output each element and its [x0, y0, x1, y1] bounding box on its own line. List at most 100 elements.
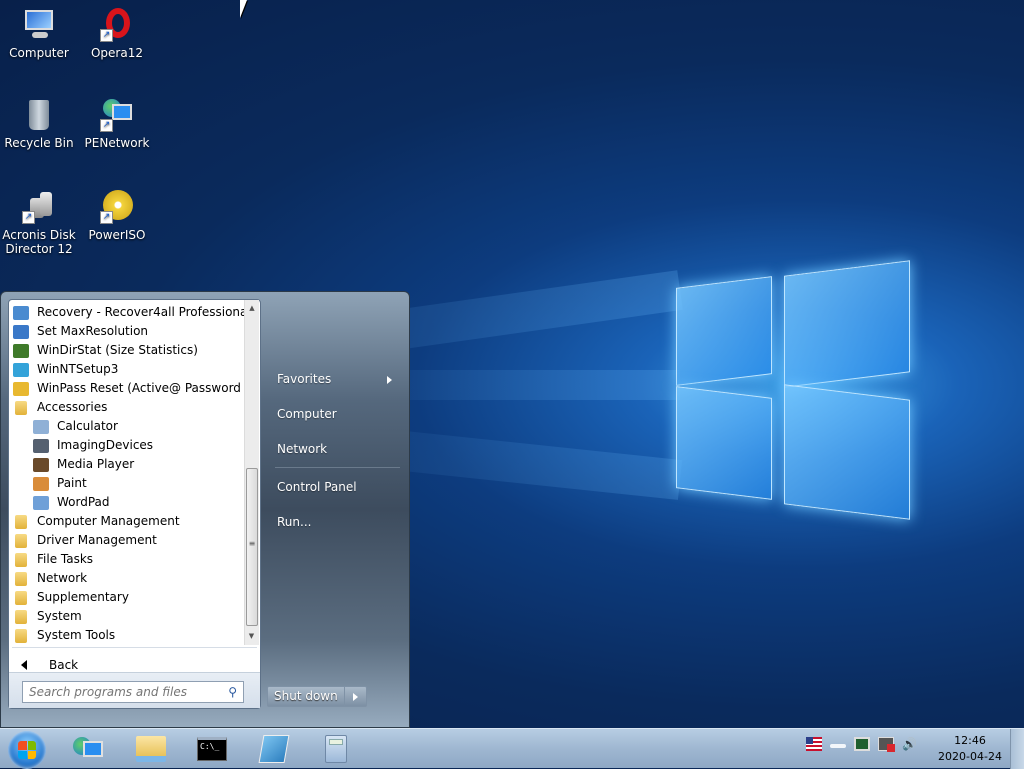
- windows-logo-wallpaper: [676, 248, 910, 528]
- program-list-scrollbar[interactable]: ▲ ≡ ▼: [244, 300, 259, 645]
- program-list: Recovery - Recover4all Professional Set M…: [9, 300, 245, 645]
- setup-icon: [13, 362, 29, 377]
- program-item[interactable]: File Tasks: [9, 550, 245, 569]
- program-item[interactable]: System: [9, 607, 245, 626]
- clock-time: 12:46: [954, 734, 986, 747]
- computer-icon: [22, 8, 56, 42]
- program-item[interactable]: Set MaxResolution: [9, 322, 245, 341]
- folder-icon: [15, 552, 27, 567]
- folder-icon: [15, 590, 27, 605]
- desktop-icon-poweriso[interactable]: ↗ PowerISO: [78, 190, 156, 242]
- display-icon[interactable]: [854, 737, 870, 751]
- key-icon: [13, 381, 29, 396]
- shutdown-group: Shut down: [267, 686, 367, 707]
- start-menu: Recovery - Recover4all Professional Set M…: [0, 291, 410, 728]
- search-area: ⚲: [9, 672, 260, 708]
- wordpad-icon: [33, 495, 49, 510]
- folder-icon: [15, 609, 27, 624]
- program-item[interactable]: WinNTSetup3: [9, 360, 245, 379]
- search-box[interactable]: ⚲: [22, 681, 244, 703]
- menu-item-network[interactable]: Network: [269, 432, 404, 467]
- menu-item-label: Control Panel: [277, 480, 357, 494]
- shutdown-button[interactable]: Shut down: [267, 686, 345, 707]
- program-item[interactable]: Recovery - Recover4all Professional: [9, 303, 245, 322]
- program-item[interactable]: WinDirStat (Size Statistics): [9, 341, 245, 360]
- program-item[interactable]: WordPad: [9, 493, 245, 512]
- start-button[interactable]: [8, 731, 46, 769]
- network-disconnected-icon[interactable]: [878, 737, 895, 752]
- program-label: ImagingDevices: [57, 438, 154, 452]
- program-item[interactable]: Supplementary: [9, 588, 245, 607]
- taskbar-explorer[interactable]: [129, 732, 173, 766]
- programs-pane: Recovery - Recover4all Professional Set M…: [8, 299, 261, 709]
- program-item[interactable]: Network: [9, 569, 245, 588]
- program-item[interactable]: WinPass Reset (Active@ Password Chan: [9, 379, 245, 398]
- volume-icon[interactable]: 🔊: [902, 737, 918, 751]
- submenu-arrow-icon: [387, 376, 392, 384]
- menu-item-label: Run...: [277, 515, 312, 529]
- paint-icon: [33, 476, 49, 491]
- calculator-icon: [33, 419, 49, 434]
- taskbar-notepad[interactable]: [252, 732, 296, 766]
- recovery-icon: [13, 305, 29, 320]
- show-desktop-button[interactable]: [1010, 729, 1024, 769]
- program-label: System Tools: [37, 628, 116, 642]
- program-item[interactable]: Accessories: [9, 398, 245, 417]
- program-label: Recovery - Recover4all Professional: [37, 305, 245, 319]
- scrollbar-thumb[interactable]: ≡: [246, 468, 258, 626]
- shortcut-arrow-icon: ↗: [100, 119, 113, 132]
- program-item[interactable]: System Tools: [9, 626, 245, 645]
- program-item[interactable]: Media Player: [9, 455, 245, 474]
- shortcut-arrow-icon: ↗: [100, 29, 113, 42]
- search-input[interactable]: [29, 685, 229, 699]
- program-item[interactable]: Paint: [9, 474, 245, 493]
- usb-icon[interactable]: [830, 744, 846, 748]
- scanner-icon: [33, 438, 49, 453]
- desktop-icon-penetwork[interactable]: ↗ PENetwork: [78, 98, 156, 150]
- program-label: Set MaxResolution: [37, 324, 149, 338]
- scroll-down-icon[interactable]: ▼: [245, 628, 258, 645]
- scroll-up-icon[interactable]: ▲: [245, 300, 259, 317]
- opera-icon: ↗: [100, 8, 134, 42]
- desktop-icon-label: PENetwork: [84, 136, 150, 150]
- program-label: WinDirStat (Size Statistics): [37, 343, 198, 357]
- shortcut-arrow-icon: ↗: [22, 211, 35, 224]
- menu-item-control-panel[interactable]: Control Panel: [269, 470, 404, 505]
- program-label: Media Player: [57, 457, 135, 471]
- taskbar-penetwork[interactable]: [66, 732, 110, 766]
- us-flag-icon[interactable]: [806, 737, 822, 751]
- system-tray: 🔊: [806, 737, 918, 752]
- desktop-icon-computer[interactable]: Computer: [0, 8, 78, 60]
- desktop-icon-opera[interactable]: ↗ Opera12: [78, 8, 156, 60]
- taskbar-calculator[interactable]: [314, 732, 358, 766]
- folder-icon: [15, 400, 27, 415]
- notepad-icon: [258, 735, 290, 763]
- desktop-icon-label: PowerISO: [88, 228, 146, 242]
- menu-item-run[interactable]: Run...: [269, 505, 404, 540]
- recycle-bin-icon: [22, 98, 56, 132]
- folder-icon: [15, 533, 27, 548]
- program-item[interactable]: Computer Management: [9, 512, 245, 531]
- program-item[interactable]: Driver Management: [9, 531, 245, 550]
- network-icon: ↗: [100, 98, 134, 132]
- poweriso-icon: ↗: [100, 190, 134, 224]
- clock[interactable]: 12:46 2020-04-24: [935, 733, 1005, 765]
- program-label: Computer Management: [37, 514, 180, 528]
- taskbar-cmd[interactable]: C:\_: [190, 732, 234, 766]
- program-label: Supplementary: [37, 590, 129, 604]
- program-label: Accessories: [37, 400, 108, 414]
- folder-icon: [15, 571, 27, 586]
- program-label: System: [37, 609, 82, 623]
- program-item[interactable]: Calculator: [9, 417, 245, 436]
- menu-item-favorites[interactable]: Favorites: [269, 362, 404, 397]
- clock-date: 2020-04-24: [938, 750, 1002, 763]
- program-item[interactable]: ImagingDevices: [9, 436, 245, 455]
- menu-item-computer[interactable]: Computer: [269, 397, 404, 432]
- program-label: WinPass Reset (Active@ Password Chan: [37, 381, 245, 395]
- command-prompt-icon: C:\_: [197, 737, 227, 761]
- desktop-icon-recycle-bin[interactable]: Recycle Bin: [0, 98, 78, 150]
- acronis-icon: ↗: [22, 190, 56, 224]
- shutdown-options-button[interactable]: [344, 686, 367, 707]
- desktop-icon-acronis[interactable]: ↗ Acronis Disk Director 12: [0, 190, 78, 256]
- search-icon[interactable]: ⚲: [228, 685, 237, 699]
